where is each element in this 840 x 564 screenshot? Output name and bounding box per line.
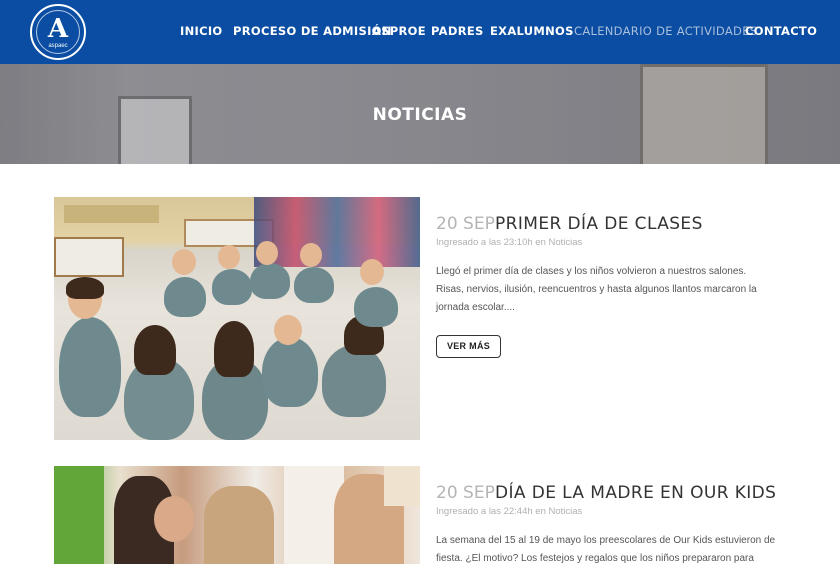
child-figure [164,277,206,317]
child-figure [322,345,386,417]
read-more-button[interactable]: VER MÁS [436,335,501,358]
page-title: NOTICIAS [372,105,468,125]
person-figure [204,486,274,564]
classroom-desk [54,237,124,277]
child-hair [214,321,254,377]
nav-item-asproe[interactable]: ASPROE [372,24,426,40]
child-head [300,243,322,267]
logo-letter: A [47,14,69,44]
child-head [172,249,196,275]
post-excerpt: La semana del 15 al 19 de mayo los prees… [436,535,776,564]
child-head [256,241,278,265]
child-figure [212,269,252,305]
child-figure [294,267,334,303]
post-date: 20 SEP [436,483,495,503]
child-head [274,315,302,345]
nav-item-exalumnos[interactable]: EXALUMNOS [490,24,574,40]
child-hair [66,277,104,299]
child-figure [262,337,318,407]
post-meta: Ingresado a las 23:10h en Noticias [436,237,583,248]
post-image-classroom[interactable] [54,197,420,440]
child-figure [59,317,121,417]
school-logo[interactable]: A aspaec [30,4,86,60]
child-head [218,245,240,269]
nav-item-proceso-admision[interactable]: PROCESO DE ADMISIÓN [233,24,392,40]
top-navbar: A aspaec INICIO PROCESO DE ADMISIÓN ASPR… [0,0,840,64]
nav-item-calendario[interactable]: CALENDARIO DE ACTIVIDADES [574,24,757,40]
wall-sign [384,466,420,506]
nav-item-inicio[interactable]: INICIO [180,24,222,40]
post-excerpt: Llegó el primer día de clases y los niño… [436,266,757,313]
child-hair [134,325,176,375]
child-figure [354,287,398,327]
green-wall [54,466,104,564]
nav-item-contacto[interactable]: CONTACTO [745,24,817,40]
classroom-shelf [64,205,159,223]
post-title[interactable]: DÍA DE LA MADRE EN OUR KIDS [495,483,776,503]
post-date: 20 SEP [436,214,495,234]
nav-item-padres[interactable]: PADRES [431,24,484,40]
backpacks-row [254,197,420,267]
child-figure [250,263,290,299]
child-head [360,259,384,285]
post-meta: Ingresado a las 22:44h en Noticias [436,506,583,517]
post-image-mothers-day[interactable] [54,466,420,564]
page-hero-banner: NOTICIAS [0,64,840,164]
logo-subtitle: aspaec [48,43,68,49]
post-title[interactable]: PRIMER DÍA DE CLASES [495,214,703,234]
person-head [154,496,194,542]
